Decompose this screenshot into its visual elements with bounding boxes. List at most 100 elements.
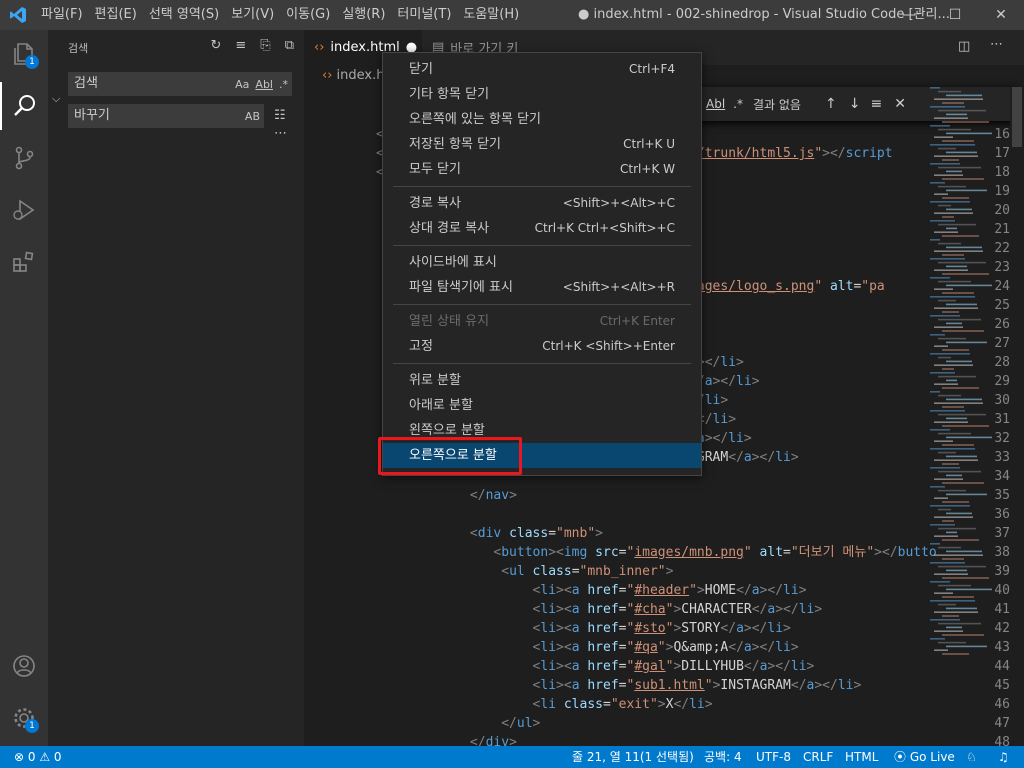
context-menu-item[interactable]: 왼쪽으로 분할 — [383, 418, 701, 443]
new-search-editor-icon[interactable]: ⎘ — [260, 38, 270, 53]
encoding[interactable]: UTF-8 — [756, 746, 791, 768]
menu-item[interactable]: 실행(R) — [336, 0, 391, 30]
menu-item-shortcut: Ctrl+F4 — [629, 62, 675, 76]
problems-indicator[interactable]: ⊗ 0 ⚠ 0 — [14, 746, 62, 768]
context-menu-item[interactable]: 위로 분할 — [383, 368, 701, 393]
close-find-icon[interactable]: ✕ — [894, 96, 906, 112]
menu-item[interactable]: 보기(V) — [225, 0, 280, 30]
preserve-case-icon[interactable]: AB — [245, 107, 260, 127]
clear-results-icon[interactable]: ≡ — [235, 38, 246, 53]
code-line[interactable]: <div class="mnb"> — [376, 524, 603, 543]
close-window-icon[interactable]: ✕ — [978, 0, 1024, 30]
context-menu-item[interactable]: 경로 복사 <Shift>+<Alt>+C — [383, 191, 701, 216]
code-line[interactable]: <li><a href="#sto">STORY</a></li> — [376, 619, 791, 638]
extensions-icon[interactable] — [0, 238, 48, 286]
minimap-line — [930, 144, 975, 146]
next-match-icon[interactable]: ↓ — [849, 96, 861, 112]
notifications-bell-icon[interactable]: ♫ — [998, 746, 1009, 768]
code-line[interactable]: <li><a href="#cha">CHARACTER</a></li> — [376, 600, 823, 619]
menu-item[interactable]: 터미널(T) — [391, 0, 457, 30]
context-menu-item[interactable]: 사이드바에 표시 — [383, 250, 701, 275]
end-of-line[interactable]: CRLF — [803, 746, 833, 768]
language-mode[interactable]: HTML — [845, 746, 878, 768]
minimap-line — [938, 147, 956, 150]
minimap-line — [938, 204, 951, 207]
account-icon[interactable] — [0, 642, 48, 690]
context-menu-item[interactable]: 기타 항목 닫기 — [383, 82, 701, 107]
indentation[interactable]: 공백: 4 — [704, 746, 742, 768]
replace-input[interactable]: 바꾸기 AB — [68, 104, 264, 128]
whole-word-icon[interactable]: Abl — [255, 75, 273, 95]
code-line[interactable]: <button><img src="images/mnb.png" alt="더… — [376, 543, 936, 562]
context-menu-item[interactable]: 아래로 분할 — [383, 393, 701, 418]
context-menu-item[interactable]: 고정 Ctrl+K <Shift>+Enter — [383, 334, 701, 359]
match-case-icon[interactable]: Aa — [235, 75, 249, 95]
toggle-replace-chevron-icon[interactable]: ⌵ — [52, 92, 60, 106]
menu-separator — [393, 363, 691, 364]
minimap-line — [930, 296, 975, 298]
explorer-icon[interactable]: 1 — [0, 30, 48, 78]
menu-item[interactable]: 파일(F) — [35, 0, 89, 30]
minimap-line — [946, 569, 967, 572]
code-line[interactable]: </ul> — [376, 714, 540, 733]
feedback-icon[interactable]: ♘ — [966, 746, 977, 768]
context-menu-item[interactable]: 모두 닫기 Ctrl+K W — [383, 157, 701, 182]
menu-item[interactable]: 편집(E) — [89, 0, 143, 30]
minimap-line — [934, 421, 968, 423]
refresh-icon[interactable]: ↻ — [210, 38, 221, 53]
minimap-line — [938, 565, 986, 568]
source-control-icon[interactable] — [0, 134, 48, 182]
minimap-line — [930, 372, 955, 374]
minimize-icon[interactable]: — — [886, 0, 932, 30]
replace-all-icon[interactable]: ☷ — [274, 108, 286, 123]
menu-item[interactable]: 이동(G) — [280, 0, 336, 30]
code-line[interactable]: <li class="exit">X</li> — [376, 695, 713, 714]
scrollbar-thumb[interactable] — [1012, 87, 1022, 147]
minimap-line — [942, 102, 964, 104]
code-line[interactable]: <li><a href="#qa">Q&amp;A</a></li> — [376, 638, 799, 657]
previous-match-icon[interactable]: ↑ — [825, 96, 837, 112]
minimap-line — [942, 368, 954, 370]
context-menu-item[interactable]: 오른쪽으로 분할 — [383, 443, 701, 468]
context-menu-item[interactable]: 저장된 항목 닫기 Ctrl+K U — [383, 132, 701, 157]
menu-item[interactable]: 도움말(H) — [457, 0, 525, 30]
minimap-line — [946, 189, 987, 192]
settings-gear-icon[interactable]: 1 — [0, 694, 48, 742]
whole-word-icon[interactable]: Abl — [706, 97, 725, 111]
minimap-line — [938, 223, 976, 226]
code-line[interactable]: </nav> — [376, 486, 517, 505]
code-line[interactable]: <li><a href="#gal">DILLYHUB</a></li> — [376, 657, 815, 676]
menu-item[interactable]: 선택 영역(S) — [143, 0, 225, 30]
more-options-icon[interactable]: ⋯ — [274, 126, 287, 141]
search-input[interactable]: 검색 Aa Abl .* — [68, 72, 292, 96]
collapse-all-icon[interactable]: ⧉ — [285, 38, 294, 53]
code-line[interactable]: <li><a href="#header">HOME</a></li> — [376, 581, 807, 600]
menu-item-label: 기타 항목 닫기 — [409, 87, 490, 102]
code-line[interactable]: <ul class="mnb_inner"> — [376, 562, 673, 581]
minimap-line — [934, 497, 948, 499]
regex-icon[interactable]: .* — [733, 97, 743, 111]
vertical-scrollbar[interactable] — [1010, 87, 1024, 746]
search-icon[interactable] — [0, 82, 48, 130]
minimap-line — [942, 273, 989, 275]
context-menu-item[interactable]: 닫기 Ctrl+F4 — [383, 57, 701, 82]
context-menu-item[interactable]: 상대 경로 복사 Ctrl+K Ctrl+<Shift>+C — [383, 216, 701, 241]
minimap-line — [930, 448, 975, 450]
minimap-line — [942, 634, 984, 636]
menu-item-shortcut: Ctrl+K U — [623, 137, 675, 151]
run-debug-icon[interactable] — [0, 186, 48, 234]
code-line[interactable]: <li><a href="sub1.html">INSTAGRAM</a></l… — [376, 676, 862, 695]
split-editor-icon[interactable]: ◫ — [958, 39, 970, 54]
context-menu-item[interactable]: 파일 탐색기에 표시 <Shift>+<Alt>+R — [383, 275, 701, 300]
regex-icon[interactable]: .* — [279, 75, 288, 95]
breadcrumb-file[interactable]: index.h — [337, 68, 385, 83]
context-menu-item[interactable]: 오른쪽에 있는 항목 닫기 — [383, 107, 701, 132]
minimap[interactable] — [924, 87, 1014, 687]
cursor-position[interactable]: 줄 21, 열 11(1 선택됨) — [572, 746, 694, 768]
more-actions-icon[interactable]: ⋯ — [990, 37, 1003, 52]
go-live-button[interactable]: ⦿ Go Live — [894, 746, 955, 768]
find-in-selection-icon[interactable]: ≡ — [870, 96, 882, 112]
minimap-line — [938, 318, 981, 321]
minimap-line — [938, 128, 971, 131]
maximize-icon[interactable]: ☐ — [932, 0, 978, 30]
